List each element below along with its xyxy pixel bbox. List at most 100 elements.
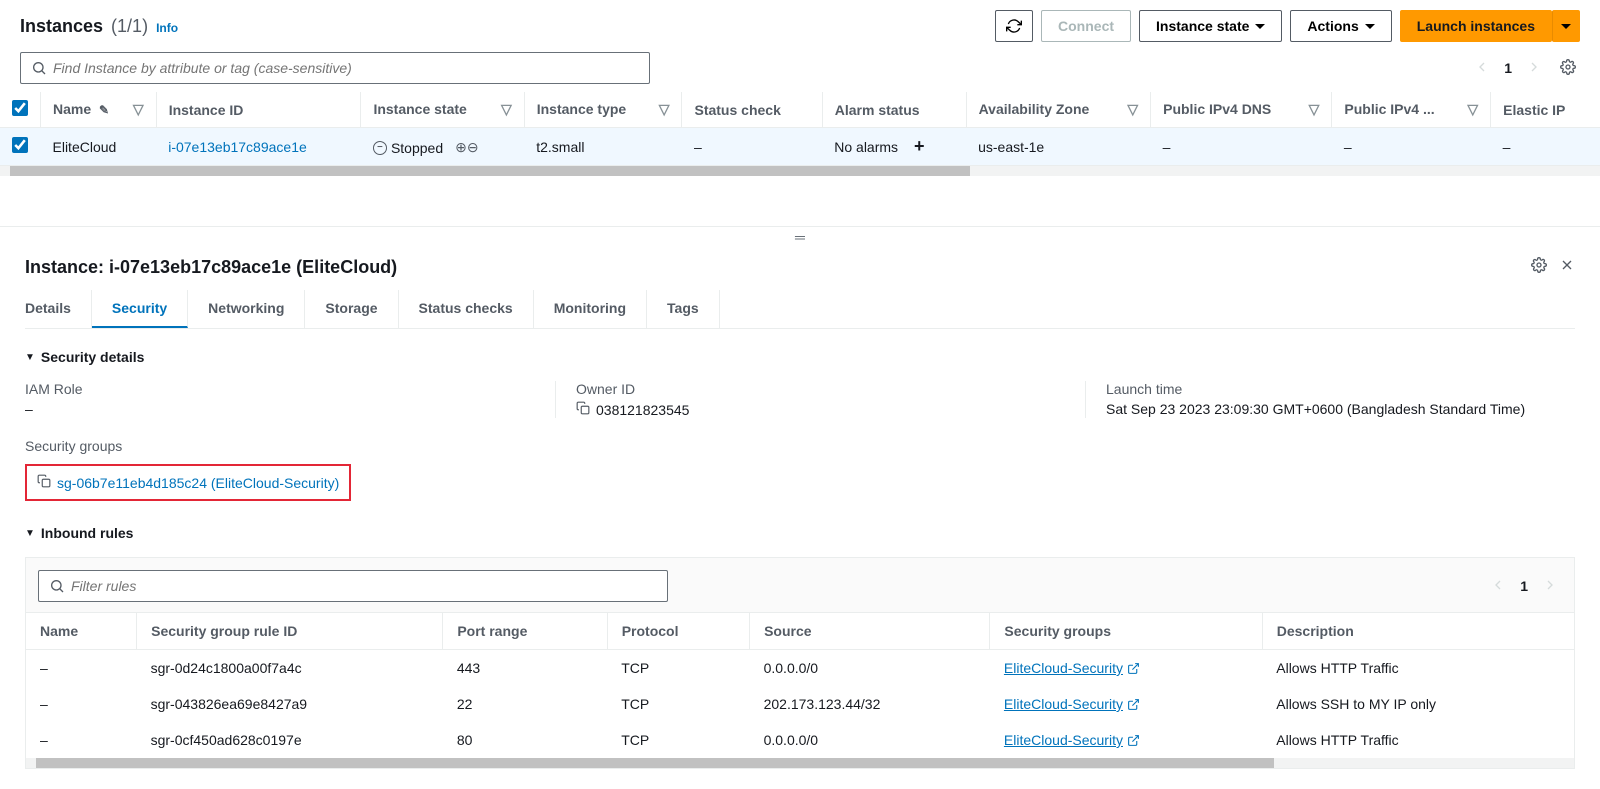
next-page-button[interactable]: [1522, 55, 1546, 82]
rule-name: –: [26, 650, 137, 687]
launch-time-value: Sat Sep 23 2023 23:09:30 GMT+0600 (Bangl…: [1106, 401, 1575, 417]
rule-sg-link[interactable]: EliteCloud-Security: [1004, 660, 1140, 676]
rule-source: 0.0.0.0/0: [750, 650, 990, 687]
instance-state-button[interactable]: Instance state: [1139, 10, 1282, 42]
cell-ipv4: –: [1332, 128, 1491, 166]
rules-col-desc[interactable]: Description: [1262, 613, 1574, 650]
rule-port: 443: [443, 650, 607, 687]
rule-sg-link[interactable]: EliteCloud-Security: [1004, 696, 1140, 712]
col-az[interactable]: Availability Zone▽: [966, 92, 1151, 128]
refresh-button[interactable]: [995, 10, 1033, 42]
caret-down-icon: [1365, 24, 1375, 29]
launch-instances-button[interactable]: Launch instances: [1400, 10, 1552, 42]
rules-col-protocol[interactable]: Protocol: [607, 613, 749, 650]
col-status-check[interactable]: Status check: [682, 92, 822, 128]
iam-role-label: IAM Role: [25, 381, 515, 397]
inbound-rules-header[interactable]: ▼ Inbound rules: [25, 525, 1575, 541]
rules-col-id[interactable]: Security group rule ID: [137, 613, 443, 650]
horizontal-scrollbar[interactable]: [0, 166, 1600, 176]
rules-col-name[interactable]: Name: [26, 613, 137, 650]
tab-tags[interactable]: Tags: [647, 290, 720, 328]
launch-instances-caret[interactable]: [1552, 10, 1580, 42]
rule-row[interactable]: – sgr-0d24c1800a00f7a4c 443 TCP 0.0.0.0/…: [26, 650, 1574, 687]
tab-storage[interactable]: Storage: [305, 290, 398, 328]
rule-source: 0.0.0.0/0: [750, 722, 990, 758]
col-alarm-status[interactable]: Alarm status: [822, 92, 966, 128]
launch-time-label: Launch time: [1106, 381, 1575, 397]
caret-down-icon: [1255, 24, 1265, 29]
cell-type: t2.small: [524, 128, 682, 166]
col-dns[interactable]: Public IPv4 DNS▽: [1151, 92, 1332, 128]
caret-down-icon: [1561, 24, 1571, 29]
cell-alarm: No alarms +: [822, 128, 966, 166]
rule-port: 80: [443, 722, 607, 758]
copy-icon[interactable]: [37, 474, 51, 491]
edit-icon: [95, 101, 109, 117]
col-ipv4[interactable]: Public IPv4 ...▽: [1332, 92, 1491, 128]
stopped-icon: −: [373, 141, 387, 155]
rule-protocol: TCP: [607, 686, 749, 722]
info-link[interactable]: Info: [156, 21, 178, 35]
settings-button[interactable]: [1556, 55, 1580, 82]
prev-page-button[interactable]: [1470, 55, 1494, 82]
rule-port: 22: [443, 686, 607, 722]
rule-row[interactable]: – sgr-0cf450ad628c0197e 80 TCP 0.0.0.0/0…: [26, 722, 1574, 758]
detail-settings-button[interactable]: [1531, 257, 1547, 278]
inbound-rules-section: 1 Name Security group rule ID Port range…: [25, 557, 1575, 769]
owner-id-label: Owner ID: [576, 381, 1045, 397]
page-title: Instances: [20, 16, 103, 37]
tab-details[interactable]: Details: [25, 290, 92, 328]
security-group-highlight: sg-06b7e11eb4d185c24 (EliteCloud-Securit…: [25, 464, 351, 501]
col-instance-id[interactable]: Instance ID: [156, 92, 361, 128]
rules-prev-page[interactable]: [1486, 573, 1510, 600]
instances-table: Name ▽ Instance ID Instance state▽ Insta…: [0, 92, 1600, 166]
rules-scrollbar[interactable]: [26, 758, 1574, 768]
rules-col-port[interactable]: Port range: [443, 613, 607, 650]
rule-row[interactable]: – sgr-043826ea69e8427a9 22 TCP 202.173.1…: [26, 686, 1574, 722]
rule-desc: Allows HTTP Traffic: [1262, 650, 1574, 687]
rule-source: 202.173.123.44/32: [750, 686, 990, 722]
copy-icon[interactable]: [576, 401, 590, 418]
instance-id-link[interactable]: i-07e13eb17c89ace1e: [168, 139, 307, 155]
security-details-header[interactable]: ▼ Security details: [25, 349, 1575, 365]
col-instance-state[interactable]: Instance state▽: [361, 92, 524, 128]
filter-input[interactable]: [71, 578, 657, 594]
filter-box[interactable]: [38, 570, 668, 602]
collapse-icon: ▼: [25, 528, 35, 539]
col-name[interactable]: Name ▽: [41, 92, 157, 128]
row-checkbox[interactable]: [12, 137, 28, 153]
col-instance-type[interactable]: Instance type▽: [524, 92, 682, 128]
rules-next-page[interactable]: [1538, 573, 1562, 600]
panel-splitter[interactable]: ═: [0, 226, 1600, 247]
cell-status: –: [682, 128, 822, 166]
table-row[interactable]: EliteCloud i-07e13eb17c89ace1e − Stopped…: [0, 128, 1600, 166]
add-alarm-button[interactable]: +: [914, 136, 925, 156]
connect-button: Connect: [1041, 10, 1131, 42]
page-number: 1: [1504, 60, 1512, 76]
search-box[interactable]: [20, 52, 650, 84]
tab-security[interactable]: Security: [92, 290, 188, 328]
close-detail-button[interactable]: [1559, 257, 1575, 278]
cell-eip: –: [1491, 128, 1600, 166]
rule-name: –: [26, 722, 137, 758]
tab-status-checks[interactable]: Status checks: [399, 290, 534, 328]
rules-col-sg[interactable]: Security groups: [990, 613, 1262, 650]
rule-id: sgr-043826ea69e8427a9: [137, 686, 443, 722]
external-link-icon: [1127, 698, 1140, 711]
select-all-checkbox[interactable]: [12, 100, 28, 116]
actions-button[interactable]: Actions: [1290, 10, 1391, 42]
rules-col-source[interactable]: Source: [750, 613, 990, 650]
instances-header: Instances (1/1) Info Connect Instance st…: [20, 10, 1580, 42]
rule-sg-link[interactable]: EliteCloud-Security: [1004, 732, 1140, 748]
col-elastic-ip[interactable]: Elastic IP: [1491, 92, 1600, 128]
tab-networking[interactable]: Networking: [188, 290, 305, 328]
rule-protocol: TCP: [607, 722, 749, 758]
instances-table-wrap: Name ▽ Instance ID Instance state▽ Insta…: [0, 92, 1600, 167]
zoom-icons[interactable]: ⊕⊖: [455, 139, 478, 156]
security-group-link[interactable]: sg-06b7e11eb4d185c24 (EliteCloud-Securit…: [57, 475, 339, 491]
cell-az: us-east-1e: [966, 128, 1151, 166]
security-groups-label: Security groups: [25, 438, 515, 454]
search-input[interactable]: [53, 60, 639, 76]
cell-state: − Stopped ⊕⊖: [361, 128, 524, 166]
tab-monitoring[interactable]: Monitoring: [534, 290, 647, 328]
